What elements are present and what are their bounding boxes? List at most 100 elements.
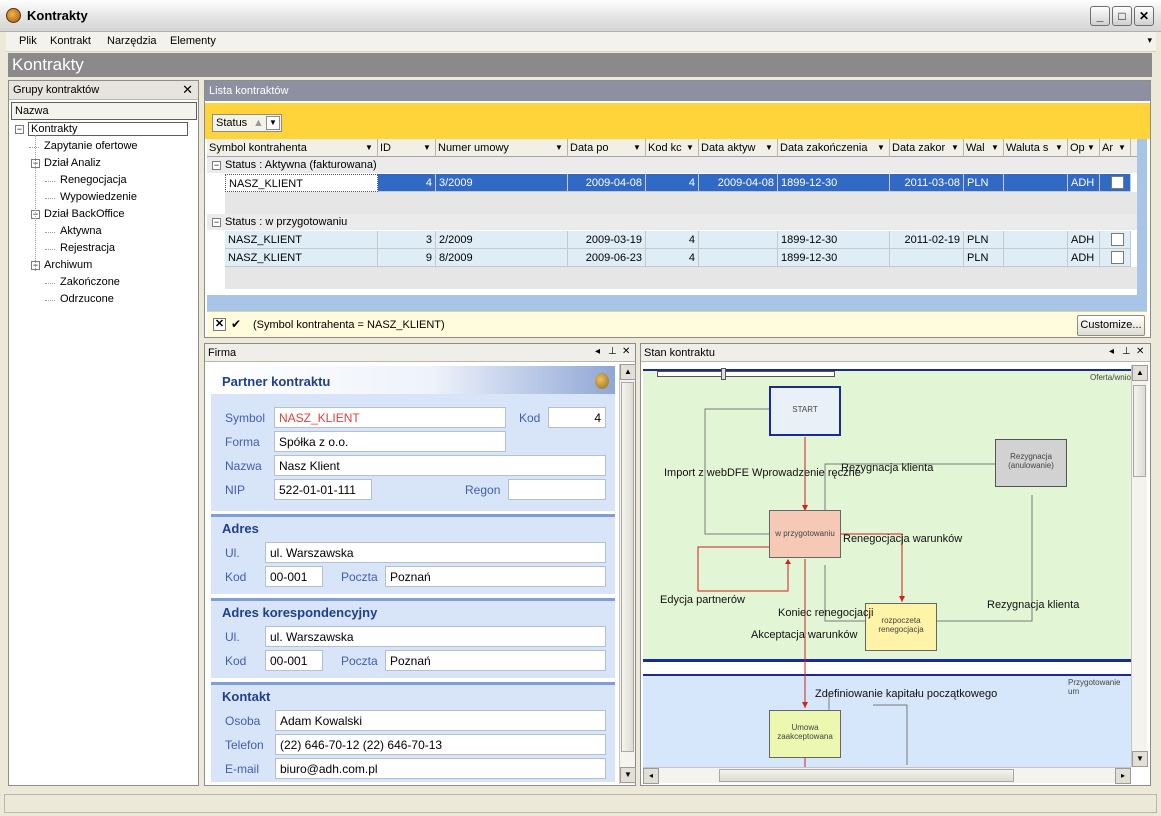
close-icon[interactable]: ✕: [182, 82, 193, 98]
dropdown-icon[interactable]: ▼: [421, 142, 433, 154]
scroll-up-icon[interactable]: ▲: [1132, 365, 1148, 381]
pin-icon[interactable]: ⊥: [608, 346, 617, 357]
table-row[interactable]: NASZ_KLIENT 3 2/2009 2009-03-19 4 1899-12-30 2…: [225, 231, 1137, 249]
tree-item[interactable]: − Dział Analiz: [9, 155, 198, 172]
state-umowa-zaakceptowana[interactable]: Umowa zaakceptowana: [769, 710, 841, 758]
scroll-right-icon[interactable]: ▸: [1115, 768, 1131, 784]
symbol-field[interactable]: NASZ_KLIENT: [274, 407, 506, 428]
nazwa-field[interactable]: Nasz Klient: [274, 455, 606, 476]
dropdown-icon[interactable]: ▼: [1053, 142, 1065, 154]
poczta-field[interactable]: Poznań: [385, 566, 606, 587]
close-icon[interactable]: ✕: [1136, 346, 1144, 357]
arrow-left-icon[interactable]: ◂: [1109, 346, 1114, 357]
state-w-przygotowaniu[interactable]: w przygotowaniu: [769, 510, 841, 558]
column-header[interactable]: Data po ▼: [568, 139, 646, 157]
menu-kontrakt[interactable]: Kontrakt: [50, 35, 91, 47]
column-header[interactable]: Op ▼: [1068, 139, 1100, 157]
filter-enabled-checkbox[interactable]: ✔: [231, 318, 244, 331]
group-row[interactable]: − Status : w przygotowaniu: [207, 214, 1137, 230]
menu-overflow-icon[interactable]: ▾: [1147, 35, 1152, 46]
regon-field[interactable]: [508, 479, 606, 500]
tree-item[interactable]: − Kontrakty: [9, 121, 198, 138]
tree-item[interactable]: − Dział BackOffice: [9, 206, 198, 223]
email-field[interactable]: biuro@adh.com.pl: [275, 758, 606, 779]
state-renegocjacja[interactable]: rozpoczeta renegocjacja: [865, 603, 937, 651]
column-header[interactable]: Data aktyw ▼: [699, 139, 778, 157]
close-icon[interactable]: ✕: [622, 346, 630, 357]
column-header[interactable]: Data zakor ▼: [890, 139, 964, 157]
tree-item[interactable]: − Archiwum: [9, 257, 198, 274]
table-row[interactable]: NASZ_KLIENT 9 8/2009 2009-06-23 4 1899-12-30 P…: [225, 249, 1137, 267]
dropdown-icon[interactable]: ▼: [989, 142, 1001, 154]
dropdown-icon[interactable]: ▼: [1116, 142, 1128, 154]
dropdown-icon[interactable]: ▼: [684, 142, 696, 154]
column-header[interactable]: Waluta s ▼: [1004, 139, 1068, 157]
collapse-icon[interactable]: −: [212, 218, 221, 227]
telefon-field[interactable]: (22) 646-70-12 (22) 646-70-13: [275, 734, 606, 755]
customize-button[interactable]: Customize...: [1077, 315, 1145, 336]
tree-item[interactable]: Wypowiedzenie: [9, 189, 198, 206]
pin-icon[interactable]: ⊥: [1122, 346, 1131, 357]
tree-item[interactable]: Rejestracja: [9, 240, 198, 257]
checkbox-icon[interactable]: [1111, 176, 1124, 189]
tree-item[interactable]: Zapytanie ofertowe: [9, 138, 198, 155]
scroll-down-icon[interactable]: ▼: [1132, 751, 1148, 767]
scroll-left-icon[interactable]: ◂: [643, 768, 659, 784]
scroll-down-icon[interactable]: ▼: [620, 767, 636, 783]
firma-scrollbar[interactable]: ▲ ▼: [619, 364, 636, 784]
tree-expander-icon[interactable]: −: [15, 125, 24, 134]
kor-poczta-field[interactable]: Poznań: [385, 650, 606, 671]
dropdown-icon[interactable]: ▼: [363, 142, 375, 154]
checkbox-icon[interactable]: [1111, 251, 1124, 264]
column-header[interactable]: Data zakończenia ▼: [778, 139, 890, 157]
scroll-up-icon[interactable]: ▲: [620, 364, 636, 380]
stan-hscroll[interactable]: ◂ ▸: [643, 767, 1131, 784]
ul-kor-field[interactable]: ul. Warszawska: [265, 626, 606, 647]
close-button[interactable]: ✕: [1134, 6, 1154, 26]
dropdown-icon[interactable]: ▼: [631, 142, 643, 154]
state-start[interactable]: START: [769, 386, 841, 436]
table-row[interactable]: NASZ_KLIENT 4 3/2009 2009-04-08 4 2009-04-08 1…: [225, 174, 1137, 192]
dropdown-icon[interactable]: ▼: [875, 142, 887, 154]
group-row[interactable]: − Status : Aktywna (fakturowana): [207, 157, 1137, 173]
scroll-thumb[interactable]: [621, 382, 634, 752]
osoba-field[interactable]: Adam Kowalski: [275, 710, 606, 731]
maximize-button[interactable]: □: [1112, 6, 1132, 26]
menu-narzedzia[interactable]: Narzędzia: [107, 35, 157, 47]
stan-vscroll-thumb[interactable]: [1133, 385, 1146, 477]
tree-item[interactable]: Odrzucone: [9, 291, 198, 308]
tree-item[interactable]: Renegocjacja: [9, 172, 198, 189]
dropdown-icon[interactable]: ▼: [266, 116, 280, 130]
menu-elementy[interactable]: Elementy: [170, 35, 216, 47]
dropdown-icon[interactable]: ▼: [553, 142, 565, 154]
arrow-left-icon[interactable]: ◂: [595, 346, 600, 357]
checkbox-icon[interactable]: [1111, 233, 1124, 246]
tree-item[interactable]: Aktywna: [9, 223, 198, 240]
forma-field[interactable]: Spółka z o.o.: [274, 431, 506, 452]
clear-filter-icon[interactable]: ✕: [213, 318, 226, 331]
stan-hscroll-thumb[interactable]: [719, 769, 1014, 782]
groups-column-header[interactable]: Nazwa: [11, 102, 197, 120]
collapse-icon[interactable]: [595, 373, 609, 389]
state-diagram[interactable]: Oferta/wnio Przygotowanie um START Rezyg…: [643, 365, 1131, 767]
column-header[interactable]: Wal ▼: [964, 139, 1004, 157]
column-header[interactable]: Symbol kontrahenta ▼: [207, 139, 378, 157]
adres-kod-field[interactable]: 00-001: [265, 566, 323, 587]
minimize-button[interactable]: _: [1090, 6, 1110, 26]
column-header[interactable]: Ar ▼: [1100, 139, 1131, 157]
kor-kod-field[interactable]: 00-001: [265, 650, 323, 671]
collapse-icon[interactable]: −: [212, 161, 221, 170]
ul-field[interactable]: ul. Warszawska: [265, 542, 606, 563]
column-header[interactable]: Numer umowy ▼: [436, 139, 568, 157]
dropdown-icon[interactable]: ▼: [949, 142, 961, 154]
dropdown-icon[interactable]: ▼: [1085, 142, 1097, 154]
menu-plik[interactable]: Plik: [19, 35, 37, 47]
group-by-chip[interactable]: Status ▲ ▼: [212, 114, 282, 132]
title-bar[interactable]: Kontrakty _ □ ✕: [0, 0, 1161, 32]
stan-vscroll[interactable]: ▲ ▼: [1131, 365, 1148, 767]
column-header[interactable]: Kod kc ▼: [646, 139, 699, 157]
tree-item[interactable]: Zakończone: [9, 274, 198, 291]
column-header[interactable]: ID ▼: [378, 139, 436, 157]
nip-field[interactable]: 522-01-01-111: [274, 479, 372, 500]
dropdown-icon[interactable]: ▼: [763, 142, 775, 154]
